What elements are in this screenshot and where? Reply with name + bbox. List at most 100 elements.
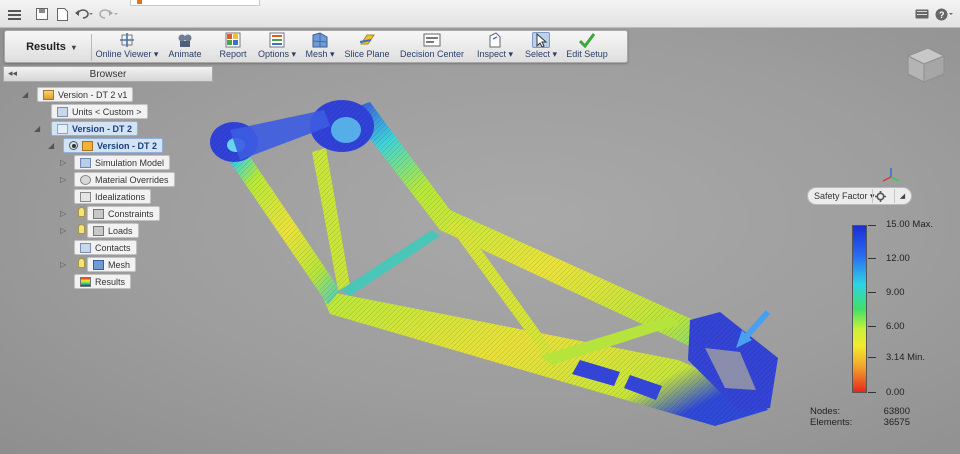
select-icon bbox=[532, 32, 550, 48]
animate-label: Animate bbox=[168, 49, 202, 59]
edit-setup-label: Edit Setup bbox=[566, 49, 608, 59]
inspect-label: Inspect ▾ bbox=[476, 49, 514, 59]
tree-node-label: Mesh bbox=[108, 259, 131, 270]
legend-min-label: 3.14 Min. bbox=[886, 352, 926, 363]
legend-zero-label: 0.00 bbox=[886, 387, 905, 398]
animate-icon bbox=[176, 32, 194, 48]
tree-node-results[interactable]: Results bbox=[74, 274, 132, 289]
tree-node-study[interactable]: Version - DT 2 bbox=[51, 121, 139, 136]
expand-toggle-icon[interactable]: ◢ bbox=[48, 141, 54, 150]
results-icon bbox=[80, 276, 91, 287]
redo-icon[interactable] bbox=[96, 6, 120, 22]
decision-center-button[interactable]: Decision Center bbox=[399, 32, 465, 62]
legend-collapse-icon[interactable]: ◢ bbox=[894, 189, 910, 203]
edit-setup-button[interactable]: Edit Setup bbox=[565, 32, 609, 62]
result-type-dropdown[interactable]: Safety Factor ▾ ◢ bbox=[807, 187, 912, 205]
report-button[interactable]: Report bbox=[213, 32, 253, 62]
chat-icon[interactable] bbox=[914, 6, 930, 22]
visibility-bulb-icon[interactable] bbox=[78, 224, 85, 234]
expand-toggle-icon[interactable]: ▷ bbox=[60, 158, 66, 167]
slice-plane-label: Slice Plane bbox=[344, 49, 390, 59]
mesh-icon bbox=[93, 259, 104, 270]
constraints-icon bbox=[93, 208, 104, 219]
svg-text:?: ? bbox=[939, 10, 945, 20]
expand-toggle-icon[interactable]: ◢ bbox=[34, 124, 40, 133]
undo-icon[interactable] bbox=[72, 6, 96, 22]
component-icon bbox=[82, 140, 93, 151]
online-viewer-button[interactable]: Online Viewer ▾ bbox=[96, 32, 158, 62]
visibility-bulb-icon[interactable] bbox=[78, 207, 85, 217]
loads-icon bbox=[93, 225, 104, 236]
tree-node-label: Version - DT 2 bbox=[97, 140, 158, 151]
tree-node-label: Loads bbox=[108, 225, 133, 236]
view-cube-icon[interactable] bbox=[898, 42, 948, 86]
animate-button[interactable]: Animate bbox=[165, 32, 205, 62]
save-icon[interactable] bbox=[34, 6, 50, 22]
legend-max-label: 15.00 Max. bbox=[886, 219, 933, 230]
decision-center-icon bbox=[423, 32, 441, 48]
simulation-model-icon bbox=[80, 157, 91, 168]
tree-node-label: Version - DT 2 bbox=[72, 123, 133, 134]
tree-node-mesh[interactable]: Mesh bbox=[87, 257, 137, 272]
nodes-label: Nodes: bbox=[810, 406, 841, 417]
simulation-model-render[interactable] bbox=[200, 90, 800, 430]
tree-node-label: Constraints bbox=[108, 208, 154, 219]
options-icon bbox=[268, 32, 286, 48]
legend-tick bbox=[868, 292, 876, 293]
select-label: Select ▾ bbox=[524, 49, 558, 59]
legend-settings-icon[interactable] bbox=[872, 189, 888, 203]
browser-title: Browser bbox=[89, 68, 127, 80]
options-label: Options ▾ bbox=[257, 49, 297, 59]
online-viewer-label: Online Viewer ▾ bbox=[95, 49, 159, 59]
study-icon bbox=[57, 123, 68, 134]
tree-node-material-overrides[interactable]: Material Overrides bbox=[74, 172, 175, 187]
tree-node-simulation-model[interactable]: Simulation Model bbox=[74, 155, 171, 170]
mesh-button[interactable]: Mesh ▾ bbox=[305, 32, 335, 62]
edit-setup-icon bbox=[578, 32, 596, 48]
help-icon[interactable]: ? bbox=[934, 6, 956, 22]
contacts-icon bbox=[80, 242, 91, 253]
visibility-bulb-icon[interactable] bbox=[78, 258, 85, 268]
expand-toggle-icon[interactable]: ▷ bbox=[60, 175, 66, 184]
workspace-label: Results bbox=[26, 41, 66, 53]
tree-node-loads[interactable]: Loads bbox=[87, 223, 139, 238]
decision-center-label: Decision Center bbox=[399, 49, 465, 59]
tree-node-label: Contacts bbox=[95, 242, 131, 253]
tree-node-design-version[interactable]: Version - DT 2 v1 bbox=[37, 87, 134, 102]
tree-node-active-version[interactable]: Version - DT 2 bbox=[63, 138, 164, 153]
legend-label: 12.00 bbox=[886, 253, 910, 264]
tree-node-idealizations[interactable]: Idealizations bbox=[74, 189, 152, 204]
workspace-switcher[interactable]: Results ▾ bbox=[15, 35, 87, 59]
online-viewer-icon bbox=[118, 32, 136, 48]
legend-tick bbox=[868, 326, 876, 327]
study-icon bbox=[43, 89, 54, 100]
tree-node-label: Simulation Model bbox=[95, 157, 165, 168]
inspect-icon bbox=[486, 32, 504, 48]
expand-toggle-icon[interactable]: ▷ bbox=[60, 226, 66, 235]
expand-toggle-icon[interactable]: ◢ bbox=[22, 90, 28, 99]
legend-label: 6.00 bbox=[886, 321, 905, 332]
legend-label: 9.00 bbox=[886, 287, 905, 298]
mesh-icon bbox=[311, 32, 329, 48]
menu-icon[interactable] bbox=[6, 6, 22, 22]
expand-toggle-icon[interactable]: ▷ bbox=[60, 209, 66, 218]
ribbon-toolbar: Results ▾ Online Viewer ▾ Animate Report… bbox=[4, 30, 628, 63]
slice-plane-button[interactable]: Slice Plane bbox=[344, 32, 390, 62]
file-icon[interactable] bbox=[54, 6, 70, 22]
legend-tick bbox=[868, 225, 876, 226]
axis-triad-icon bbox=[882, 168, 900, 182]
select-button[interactable]: Select ▾ bbox=[523, 32, 559, 62]
legend-tick bbox=[868, 258, 876, 259]
tree-node-constraints[interactable]: Constraints bbox=[87, 206, 160, 221]
collapse-panel-icon[interactable]: ◂◂ bbox=[8, 68, 17, 79]
options-button[interactable]: Options ▾ bbox=[257, 32, 297, 62]
document-tab[interactable] bbox=[130, 0, 260, 6]
inspect-button[interactable]: Inspect ▾ bbox=[477, 32, 513, 62]
expand-toggle-icon[interactable]: ▷ bbox=[60, 260, 66, 269]
report-icon bbox=[224, 32, 242, 48]
radio-active-icon[interactable] bbox=[69, 141, 78, 150]
elements-label: Elements: bbox=[810, 417, 853, 428]
nodes-value: 63800 bbox=[883, 406, 910, 417]
tree-node-units[interactable]: Units < Custom > bbox=[51, 104, 148, 119]
tree-node-contacts[interactable]: Contacts bbox=[74, 240, 137, 255]
